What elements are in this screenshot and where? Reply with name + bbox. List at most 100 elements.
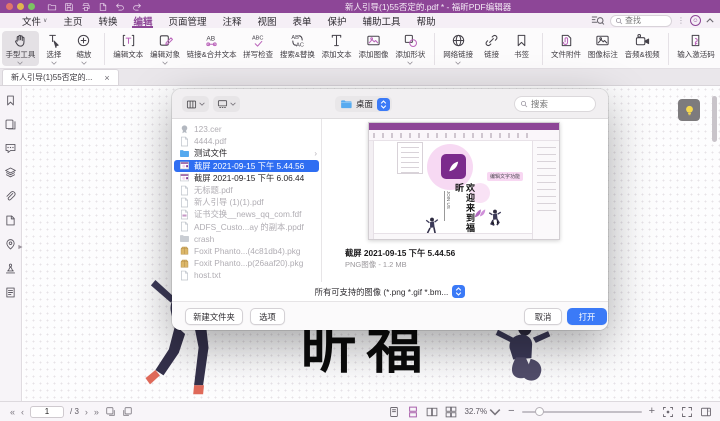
print-icon[interactable] [81,2,91,12]
collapse-toolbar-icon[interactable] [706,18,714,23]
find-searchbox[interactable] [610,15,672,27]
dialog-searchbox[interactable] [514,96,596,112]
toolbar-edit-text-button[interactable]: 编辑文本 [110,31,147,66]
open-button[interactable]: 打开 [567,308,607,325]
reading-panel-icon[interactable] [700,406,712,418]
toolbar-bookmark-button[interactable]: 书签 [507,31,537,66]
file-row[interactable]: 4444.pdf [172,135,321,147]
cancel-button[interactable]: 取消 [524,308,562,325]
location-dropdown[interactable]: 桌面 [335,96,392,112]
single-page-view-icon[interactable] [388,406,400,418]
gallery-view-button[interactable] [213,96,240,112]
menu-item-帮助[interactable]: 帮助 [409,13,444,28]
toolbar-image-annotation-button[interactable]: 图像标注 [584,31,621,66]
prev-page-icon[interactable]: ‹ [21,407,24,417]
toolbar-spell-check-button[interactable]: ABC拼写检查 [240,31,277,66]
account-icon[interactable]: ☺ [690,15,701,26]
file-row[interactable]: 证书交换__news_qq_com.fdf [172,208,321,220]
rail-stamp-icon[interactable] [4,262,17,275]
file-row[interactable]: ADFS_Custo...ay 的副本.ppdf [172,221,321,233]
file-row[interactable]: host.txt [172,269,321,281]
redo-icon[interactable] [132,2,142,12]
save-icon[interactable] [64,2,74,12]
options-button[interactable]: 选项 [250,308,285,325]
toolbar-web-link-button[interactable]: 网络链接 [440,31,477,66]
filter-stepper-icon[interactable] [452,285,465,298]
location-stepper-icon[interactable] [377,98,390,111]
menu-item-转换[interactable]: 转换 [90,13,125,28]
rail-expand-icon[interactable]: ► [17,244,24,251]
new-folder-button[interactable]: 新建文件夹 [185,308,243,325]
rail-bookmark-icon[interactable] [4,94,17,107]
undo-icon[interactable] [115,2,125,12]
file-row[interactable]: 新人引导 (1)(1).pdf [172,196,321,208]
page-number-input[interactable] [30,406,64,418]
minimize-window-button[interactable] [17,3,24,10]
toolbar-select-tool-button[interactable]: 选择 [39,31,69,66]
toolbar-audio-video-button[interactable]: 音频&视频 [621,31,663,66]
open-folder-icon[interactable] [47,2,57,12]
toolbar-add-text-button[interactable]: 添加文本 [318,31,355,66]
file-row[interactable]: 截屏 2021-09-15 下午 5.44.56 [174,160,319,172]
menu-item-主页[interactable]: 主页 [55,13,90,28]
menu-item-保护[interactable]: 保护 [320,13,355,28]
file-row[interactable]: 测试文件› [172,147,321,159]
fullscreen-icon[interactable] [681,406,693,418]
document-tab[interactable]: 新人引导(1)55否定的... × [2,69,119,85]
close-tab-icon[interactable]: × [104,73,109,83]
continuous-facing-view-icon[interactable] [445,406,457,418]
zoom-slider[interactable] [522,411,642,413]
rail-destination-icon[interactable] [4,238,17,251]
facing-view-icon[interactable] [426,406,438,418]
last-page-icon[interactable]: » [94,407,99,417]
menu-item-编辑[interactable]: 编辑 [125,13,160,28]
file-row[interactable]: 无标题.pdf [172,184,321,196]
toolbar-activation-code-button[interactable]: 输入激活码 [674,31,718,66]
dialog-search-input[interactable] [531,99,586,109]
rail-form-icon[interactable] [4,286,17,299]
toolbar-zoom-tool-button[interactable]: 缩放 [69,31,99,66]
toolbar-search-replace-button[interactable]: ABAC搜索&替换 [277,31,319,66]
file-type-filter[interactable]: 所有可支持的图像 (*.png *.gif *.bm... [315,286,449,298]
file-row[interactable]: 截屏 2021-09-15 下午 6.06.44 [172,172,321,184]
zoom-level-dropdown[interactable]: 32.7% [464,406,501,418]
rail-comment-icon[interactable] [4,142,17,155]
zoom-out-icon[interactable]: − [508,406,514,417]
list-view-button[interactable] [182,96,209,112]
prev-view-icon[interactable] [105,406,116,417]
zoom-in-icon[interactable]: + [649,406,655,417]
file-row[interactable]: Foxit Phanto...p(26aaf20).pkg [172,257,321,269]
file-row[interactable]: Foxit Phanto...(4c81db4).pkg [172,245,321,257]
menu-item-页面管理[interactable]: 页面管理 [160,13,214,28]
file-row[interactable]: 123.cer [172,123,321,135]
vertical-scrollbar[interactable] [712,96,717,142]
rail-pages-icon[interactable] [4,118,17,131]
first-page-icon[interactable]: « [10,407,15,417]
toolbar-edit-object-button[interactable]: 编辑对象 [147,31,184,66]
find-input[interactable] [625,16,665,25]
more-options-icon[interactable]: ⋮ [677,16,685,25]
new-doc-icon[interactable] [98,2,108,12]
toolbar-add-shape-button[interactable]: 添加形状 [392,31,429,66]
continuous-view-icon[interactable] [407,406,419,418]
zoom-slider-knob[interactable] [535,407,544,416]
close-window-button[interactable] [6,3,13,10]
next-view-icon[interactable] [122,406,133,417]
rail-page-icon[interactable] [4,214,17,227]
next-page-icon[interactable]: › [85,407,88,417]
toolbar-hand-tool-button[interactable]: 手型工具 [2,31,39,66]
fit-visible-icon[interactable] [662,406,674,418]
toolbar-add-image-button[interactable]: 添加图像 [355,31,392,66]
menu-item-辅助工具[interactable]: 辅助工具 [355,13,409,28]
toolbar-file-attachment-button[interactable]: 文件附件 [548,31,585,66]
menu-item-表单[interactable]: 表单 [285,13,320,28]
menu-item-文件[interactable]: 文件∨ [14,13,55,28]
menu-item-注释[interactable]: 注释 [214,13,249,28]
rail-layers-icon[interactable] [4,166,17,179]
toolbar-link-merge-text-button[interactable]: AB链接&合并文本 [184,31,240,66]
file-row[interactable]: crash [172,233,321,245]
assistant-bulb-button[interactable] [678,99,700,121]
rail-attachment-icon[interactable] [4,190,17,203]
zoom-window-button[interactable] [28,3,35,10]
menu-item-视图[interactable]: 视图 [250,13,285,28]
